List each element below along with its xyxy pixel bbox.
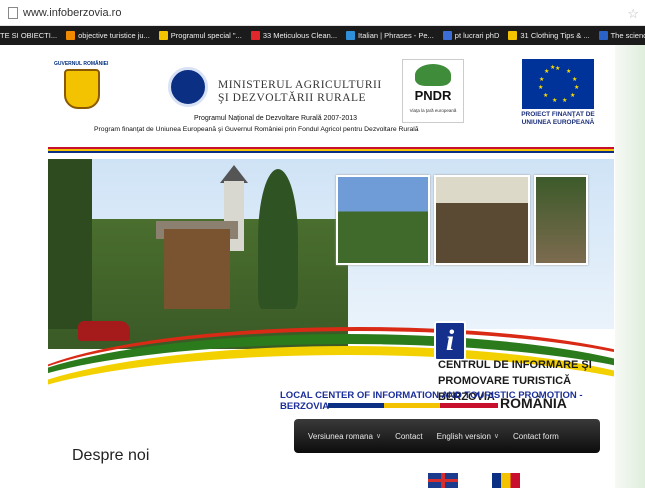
bookmark-item[interactable]: 31 Clothing Tips & ...: [508, 31, 590, 40]
bookmarks-bar: TE SI OBIECTI... objective turistice ju.…: [0, 26, 645, 45]
photo-monument: [534, 175, 588, 265]
pndr-logo-text: PNDR: [414, 88, 452, 103]
romania-flag-icon[interactable]: [492, 473, 520, 488]
nav-item-versiunea-romana[interactable]: Versiunea romana ∨: [308, 432, 381, 441]
web-page: GUVERNUL ROMÂNIEI MINISTERUL AGRICULTURI…: [48, 45, 614, 488]
section-heading: Despre noi: [72, 447, 150, 464]
nav-item-contact[interactable]: Contact: [395, 432, 423, 441]
chevron-down-icon: ∨: [493, 433, 500, 440]
pndr-logo: PNDR Viaţa la ţară europeană: [402, 59, 464, 123]
bookmark-label: TE SI OBIECTI...: [0, 31, 58, 40]
red-car: [78, 321, 130, 341]
nav-label: Contact form: [513, 431, 559, 441]
bookmark-item[interactable]: TE SI OBIECTI...: [0, 31, 57, 40]
bookmark-favicon-icon: [598, 31, 608, 40]
eu-flag-icon: ★ ★ ★ ★ ★ ★ ★ ★ ★ ★ ★ ★: [522, 59, 594, 109]
bookmark-label: 31 Clothing Tips & ...: [520, 31, 590, 40]
ministry-seal-icon: [168, 67, 208, 107]
romania-coat-of-arms-icon: [64, 69, 100, 109]
bookmark-item[interactable]: Programul special "...: [158, 31, 242, 40]
page-icon: [8, 6, 18, 19]
program-line-1: Programul Naţional de Dezvoltare Rurală …: [194, 115, 358, 122]
eu-label-line: UNIUNEA EUROPEANĂ: [521, 119, 595, 126]
info-icon: i: [434, 321, 466, 361]
site-header: GUVERNUL ROMÂNIEI MINISTERUL AGRICULTURI…: [48, 45, 614, 145]
photo-excavation: [434, 175, 530, 265]
banner-tree: [258, 169, 298, 309]
pndr-subtitle: Viaţa la ţară europeană: [409, 108, 457, 113]
bookmark-label: 33 Meticulous Clean...: [262, 31, 338, 40]
bookmark-favicon-icon: [158, 31, 168, 40]
nav-label: Versiunea romana: [308, 431, 373, 441]
bookmark-item[interactable]: pt lucrari phD: [442, 31, 500, 40]
bookmark-favicon-icon: [250, 31, 260, 40]
chevron-down-icon: ∨: [375, 433, 382, 440]
bookmark-label: The sciences of scie...: [610, 31, 645, 40]
nav-label: English version: [436, 431, 491, 441]
wooden-hut: [164, 229, 230, 309]
nav-label: Contact: [395, 431, 423, 441]
bookmark-item[interactable]: objective turistice ju...: [66, 31, 150, 40]
page-background-right: [615, 45, 645, 488]
ministry-title: MINISTERUL AGRICULTURII ŞI DEZVOLTĂRII R…: [218, 79, 382, 105]
local-center-title: LOCAL CENTER OF INFORMATION AND TOURISTI…: [280, 390, 583, 412]
eu-funded-label: PROIECT FINANŢAT DE UNIUNEA EUROPEANĂ: [516, 111, 600, 127]
centre-title-line: CENTRUL DE INFORMARE ŞI: [438, 359, 592, 371]
bookmark-star-icon[interactable]: ☆: [627, 6, 639, 22]
bookmark-label: Programul special "...: [170, 31, 242, 40]
bookmark-favicon-icon: [442, 31, 452, 40]
divider-stripe: [48, 151, 614, 153]
eu-label-line: PROIECT FINANŢAT DE: [521, 111, 595, 118]
banner-tree: [48, 159, 92, 329]
main-nav: Versiunea romana ∨ Contact English versio…: [294, 419, 600, 453]
bookmark-item[interactable]: The sciences of scie...: [598, 31, 645, 40]
bookmark-favicon-icon: [508, 31, 518, 40]
hero-banner: i CENTRUL DE INFORMARE ŞI PROMOVARE TURI…: [48, 159, 614, 415]
photo-monastery: [336, 175, 430, 265]
ministry-line: ŞI DEZVOLTĂRII RURALE: [218, 92, 367, 104]
bookmark-favicon-icon: [66, 31, 76, 40]
nav-item-english-version[interactable]: English version ∨: [437, 432, 499, 441]
gov-label: GUVERNUL ROMÂNIEI: [54, 61, 109, 67]
bookmark-item[interactable]: Italian | Phrases - Pe...: [346, 31, 434, 40]
bookmark-item[interactable]: 33 Meticulous Clean...: [250, 31, 338, 40]
address-bar[interactable]: www.infoberzovia.ro ☆: [0, 0, 645, 26]
bookmark-label: pt lucrari phD: [454, 31, 500, 40]
nav-item-contact-form[interactable]: Contact form: [513, 432, 559, 441]
ministry-line: MINISTERUL AGRICULTURII: [218, 79, 382, 91]
bookmark-label: objective turistice ju...: [78, 31, 150, 40]
url-text[interactable]: www.infoberzovia.ro: [23, 7, 121, 19]
bookmark-label: Italian | Phrases - Pe...: [358, 31, 434, 40]
program-line-2: Program finanţat de Uniunea Europeană şi…: [94, 126, 419, 133]
bookmark-favicon-icon: [346, 31, 356, 40]
uk-flag-icon[interactable]: [428, 473, 458, 488]
tree-icon: [415, 64, 451, 86]
